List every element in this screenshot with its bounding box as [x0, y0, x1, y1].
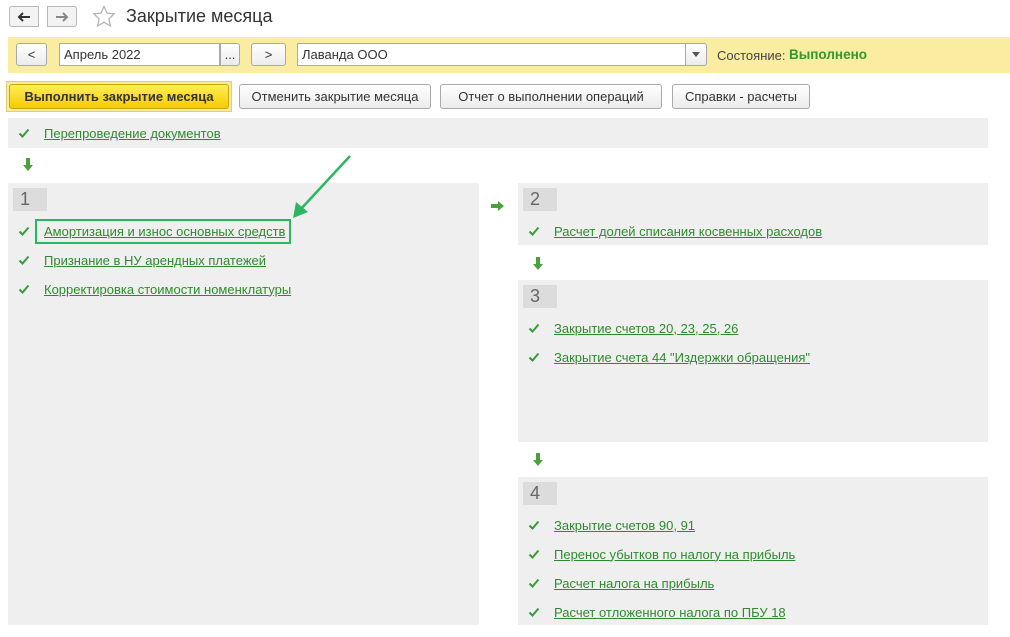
operation-link[interactable]: Расчет налога на прибыль [554, 576, 714, 591]
check-icon [528, 578, 540, 588]
period-next-button[interactable]: > [251, 43, 286, 66]
back-button[interactable] [9, 6, 39, 27]
operation-link[interactable]: Расчет отложенного налога по ПБУ 18 [554, 605, 786, 620]
status-value: Выполнено [789, 47, 867, 62]
period-field[interactable]: Апрель 2022 [59, 43, 220, 66]
page-title: Закрытие месяца [126, 6, 273, 26]
check-icon [18, 284, 30, 294]
execute-month-close-button[interactable]: Выполнить закрытие месяца [9, 84, 229, 109]
references-button[interactable]: Справки - расчеты [672, 84, 810, 109]
stage-number: 3 [523, 285, 557, 308]
operation-link[interactable]: Закрытие счетов 90, 91 [554, 518, 695, 533]
operation-link[interactable]: Перенос убытков по налогу на прибыль [554, 547, 795, 562]
check-icon [528, 226, 540, 236]
stage-number: 2 [523, 188, 557, 211]
list-item: Перепроведение документов [18, 124, 221, 142]
list-item: Расчет отложенного налога по ПБУ 18 [528, 603, 786, 621]
list-item: Расчет налога на прибыль [528, 574, 714, 592]
stage-number: 4 [523, 482, 557, 505]
organization-field[interactable]: Лаванда ООО [297, 43, 686, 66]
check-icon [528, 520, 540, 530]
arrow-left-icon [17, 11, 30, 22]
check-icon [528, 549, 540, 559]
check-icon [18, 128, 30, 138]
stage-1-panel [8, 183, 479, 625]
arrow-right-icon [491, 201, 504, 211]
list-item: Признание в НУ арендных платежей [18, 251, 266, 269]
arrow-right-icon [56, 11, 69, 22]
list-item: Расчет долей списания косвенных расходов [528, 222, 822, 240]
annotation-highlight-box [35, 219, 291, 244]
status-label: Состояние: [717, 48, 786, 63]
operation-link[interactable]: Закрытие счетов 20, 23, 25, 26 [554, 321, 738, 336]
check-icon [528, 607, 540, 617]
operation-link[interactable]: Признание в НУ арендных платежей [44, 253, 266, 268]
list-item: Перенос убытков по налогу на прибыль [528, 545, 795, 563]
operation-link[interactable]: Корректировка стоимости номенклатуры [44, 282, 291, 297]
period-choose-button[interactable]: ... [220, 43, 240, 66]
operations-report-button[interactable]: Отчет о выполнении операций [440, 84, 662, 109]
arrow-down-icon [23, 158, 33, 171]
check-icon [528, 352, 540, 362]
list-item: Закрытие счетов 20, 23, 25, 26 [528, 319, 738, 337]
list-item: Корректировка стоимости номенклатуры [18, 280, 291, 298]
check-icon [18, 226, 30, 236]
operation-link[interactable]: Перепроведение документов [44, 126, 221, 141]
chevron-down-icon [692, 52, 700, 57]
check-icon [528, 323, 540, 333]
organization-dropdown-button[interactable] [685, 43, 707, 66]
period-prev-button[interactable]: < [16, 43, 47, 66]
cancel-month-close-button[interactable]: Отменить закрытие месяца [239, 84, 431, 109]
arrow-down-icon [533, 453, 543, 466]
forward-button[interactable] [47, 6, 77, 27]
check-icon [18, 255, 30, 265]
operation-link[interactable]: Закрытие счета 44 "Издержки обращения" [554, 350, 810, 365]
star-icon[interactable] [92, 5, 116, 28]
list-item: Закрытие счетов 90, 91 [528, 516, 695, 534]
stage-number: 1 [13, 188, 47, 211]
operation-link[interactable]: Расчет долей списания косвенных расходов [554, 224, 822, 239]
list-item: Закрытие счета 44 "Издержки обращения" [528, 348, 810, 366]
arrow-down-icon [533, 257, 543, 270]
